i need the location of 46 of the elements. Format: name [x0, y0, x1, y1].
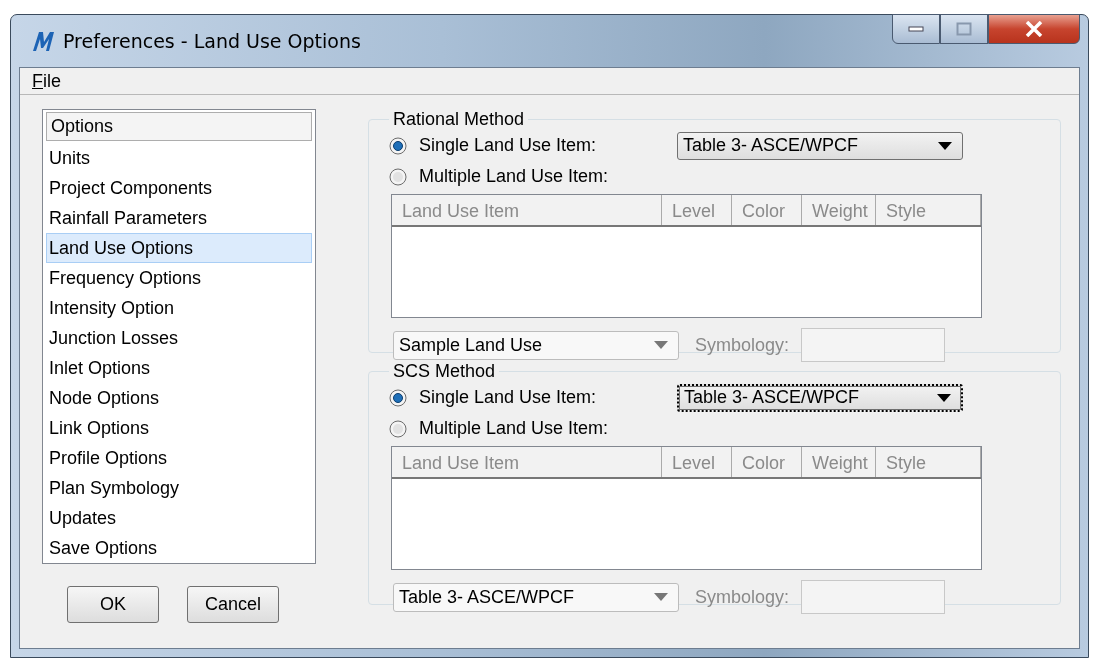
group-title: SCS Method: [392, 361, 497, 382]
symbology-field[interactable]: [801, 580, 946, 614]
menu-item[interactable]: File: [32, 70, 61, 92]
close-icon: [1025, 21, 1043, 37]
maximize-icon: [956, 22, 972, 36]
list-item[interactable]: Save Options: [46, 533, 312, 563]
list-item[interactable]: Junction Losses: [46, 323, 312, 353]
close-button[interactable]: [988, 14, 1080, 44]
symbology-field[interactable]: [801, 328, 946, 362]
symbology-label: Symbology:: [695, 586, 790, 608]
dialog-button[interactable]: OK: [67, 586, 159, 623]
dropdown-arrow-icon: [654, 593, 668, 601]
radio-button[interactable]: [389, 419, 407, 438]
radio-button[interactable]: [389, 136, 407, 155]
table-dropdown[interactable]: Table 3- ASCE/WPCF: [677, 383, 963, 412]
dialog-button[interactable]: Cancel: [187, 586, 279, 623]
list-item[interactable]: Frequency Options: [46, 263, 312, 293]
symbology-label: Symbology:: [695, 334, 790, 356]
dropdown-arrow-icon: [654, 341, 668, 349]
list-item[interactable]: Node Options: [46, 383, 312, 413]
list-item[interactable]: Project Components: [46, 173, 312, 203]
radio-label: Multiple Land Use Item:: [419, 418, 610, 439]
radio-label: Single Land Use Item:: [419, 387, 598, 408]
list-item[interactable]: Rainfall Parameters: [46, 203, 312, 233]
radio-button[interactable]: [389, 388, 407, 407]
list-item[interactable]: Profile Options: [46, 443, 312, 473]
list-item[interactable]: Units: [46, 143, 312, 173]
minimize-icon: [908, 26, 924, 32]
dropdown-arrow-icon: [938, 141, 952, 150]
list-item[interactable]: Land Use Options: [46, 233, 312, 263]
list-item[interactable]: Updates: [46, 503, 312, 533]
list-item[interactable]: Plan Symbology: [46, 473, 312, 503]
list-item[interactable]: Intensity Option: [46, 293, 312, 323]
window-title: Preferences - Land Use Options: [63, 30, 361, 52]
list-item[interactable]: Inlet Options: [46, 353, 312, 383]
group-title: Rational Method: [392, 109, 526, 130]
list-item[interactable]: Link Options: [46, 413, 312, 443]
maximize-button[interactable]: [940, 14, 988, 44]
table-dropdown[interactable]: Table 3- ASCE/WPCF: [677, 131, 963, 160]
radio-label: Single Land Use Item:: [419, 135, 598, 156]
radio-button[interactable]: [389, 167, 407, 186]
minimize-button[interactable]: [892, 14, 940, 44]
dropdown-arrow-icon: [937, 393, 951, 402]
list-header: Options: [46, 112, 312, 141]
radio-label: Multiple Land Use Item:: [419, 166, 610, 187]
app-logo-icon: [31, 30, 55, 52]
